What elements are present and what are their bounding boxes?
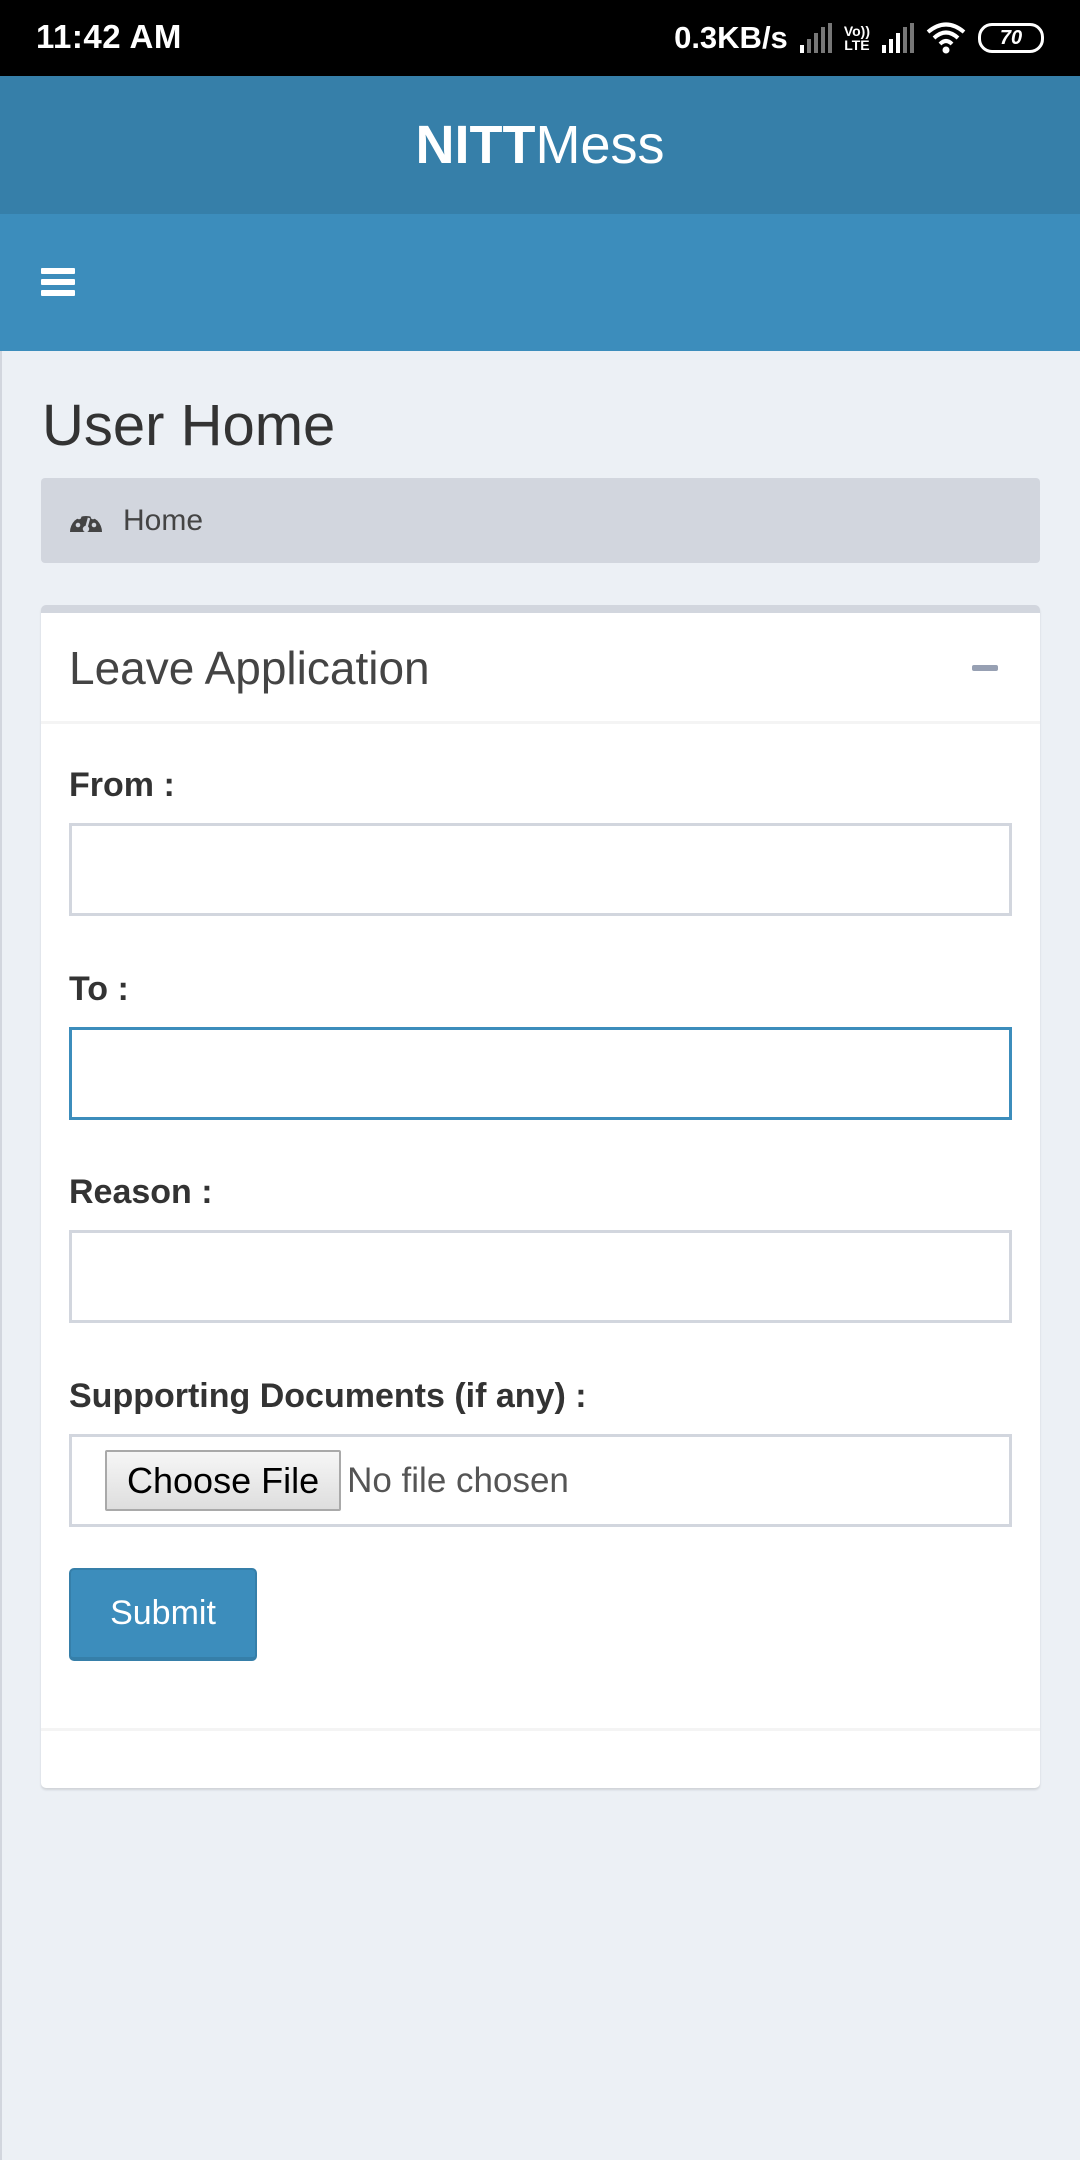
breadcrumb: Home — [41, 478, 1040, 563]
network-speed: 0.3KB/s — [674, 20, 788, 55]
battery-level: 70 — [999, 26, 1023, 49]
collapse-button[interactable] — [970, 653, 1000, 683]
volte-icon: Vo)) LTE — [844, 24, 870, 52]
status-icons: 0.3KB/s Vo)) LTE 70 — [674, 16, 1044, 60]
from-input[interactable] — [69, 823, 1012, 916]
wifi-icon — [926, 22, 966, 54]
navbar — [0, 214, 1080, 351]
hamburger-menu-icon[interactable] — [41, 264, 75, 300]
to-label: To : — [69, 970, 129, 1008]
box-title: Leave Application — [69, 642, 430, 694]
battery-icon: 70 — [978, 23, 1044, 53]
box-header: Leave Application — [41, 613, 1040, 724]
reason-label: Reason : — [69, 1173, 213, 1211]
from-label: From : — [69, 766, 175, 804]
page-title: User Home — [42, 393, 336, 458]
reason-input[interactable] — [69, 1230, 1012, 1323]
app-header: NITT Mess — [0, 76, 1080, 214]
to-input[interactable] — [69, 1027, 1012, 1120]
choose-file-button[interactable]: Choose File — [105, 1450, 342, 1511]
documents-file-input[interactable]: Choose File No file chosen — [69, 1434, 1012, 1527]
sidebar-edge — [0, 351, 2, 2160]
leave-application-box: Leave Application From : To : Reason : S… — [41, 605, 1040, 1788]
file-status: No file chosen — [347, 1460, 569, 1500]
volte-top: Vo)) — [843, 23, 870, 39]
logo-bold[interactable]: NITT — [416, 114, 536, 176]
dashboard-gauge-icon — [70, 510, 102, 532]
submit-button[interactable]: Submit — [69, 1568, 257, 1661]
breadcrumb-home[interactable]: Home — [123, 504, 203, 538]
documents-label: Supporting Documents (if any) : — [69, 1377, 587, 1415]
signal-icon — [882, 23, 914, 53]
minus-icon — [972, 665, 998, 671]
status-time: 11:42 AM — [36, 18, 182, 55]
signal-icon — [799, 23, 832, 53]
volte-bottom: LTE — [844, 37, 870, 53]
box-footer-divider — [41, 1728, 1040, 1731]
status-bar: 11:42 AM 0.3KB/s Vo)) LTE 70 — [0, 0, 1080, 76]
logo-light[interactable]: Mess — [535, 114, 664, 176]
